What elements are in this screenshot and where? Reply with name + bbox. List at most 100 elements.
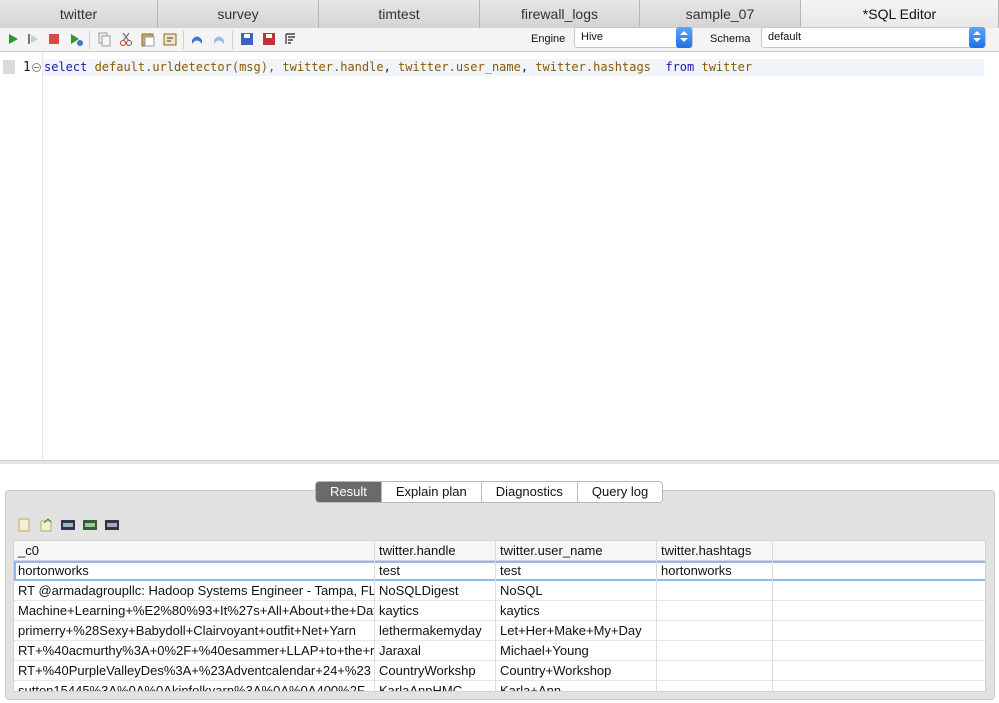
table-row[interactable]: Machine+Learning+%E2%80%93+It%27s+All+Ab… <box>14 601 985 621</box>
toolbar-separator <box>89 31 90 49</box>
table-cell <box>657 641 773 661</box>
line-number: 1 <box>23 60 31 75</box>
table-cell: RT+%40PurpleValleyDes%3A+%23Adventcalend… <box>14 661 375 681</box>
save-as-icon[interactable] <box>261 31 277 47</box>
table-row[interactable]: primerry+%28Sexy+Babydoll+Clairvoyant+ou… <box>14 621 985 641</box>
keyword-from: from <box>650 60 702 74</box>
table-row[interactable]: RT+%40acmurthy%3A+0%2F+%40esammer+LLAP+t… <box>14 641 985 661</box>
table-cell: Michael+Young <box>496 641 657 661</box>
table-cell <box>657 581 773 601</box>
table-cell <box>657 681 773 691</box>
table-cell: kaytics <box>375 601 496 621</box>
breakpoint-marker[interactable] <box>3 60 15 74</box>
toolbar-separator <box>232 31 233 49</box>
table-cell: NoSQLDigest <box>375 581 496 601</box>
table-cell: RT+%40acmurthy%3A+0%2F+%40esammer+LLAP+t… <box>14 641 375 661</box>
table-cell: lethermakemyday <box>375 621 496 641</box>
table-cell: Jaraxal <box>375 641 496 661</box>
table-cell: hortonworks <box>657 561 773 581</box>
sql-template-icon[interactable] <box>283 31 299 47</box>
table-row[interactable]: RT @armadagroupllc: Hadoop Systems Engin… <box>14 581 985 601</box>
fold-icon[interactable] <box>32 63 41 72</box>
table-row[interactable]: hortonworks test test hortonworks <box>14 561 985 581</box>
engine-select[interactable]: Hive <box>574 27 693 48</box>
explain-run-icon[interactable] <box>68 31 84 47</box>
chevron-updown-icon <box>676 27 692 48</box>
result-tabs: Result Explain plan Diagnostics Query lo… <box>315 481 664 503</box>
editor-tab-bar: twitter survey timtest firewall_logs sam… <box>0 0 999 28</box>
redo-icon[interactable] <box>211 31 227 47</box>
undo-icon[interactable] <box>189 31 205 47</box>
export-excel-icon[interactable] <box>82 517 98 533</box>
code-function: default.urldetector(msg), <box>94 60 283 74</box>
table-cell: Let+Her+Make+My+Day <box>496 621 657 641</box>
stop-icon[interactable] <box>46 31 62 47</box>
tab-query-log[interactable]: Query log <box>577 482 663 502</box>
code-column: twitter.hashtags <box>535 60 651 74</box>
table-cell: CountryWorkshp <box>375 661 496 681</box>
tab-survey[interactable]: survey <box>158 0 319 28</box>
toolbar-separator <box>183 31 184 49</box>
table-cell: kaytics <box>496 601 657 621</box>
column-header[interactable]: twitter.hashtags <box>657 541 773 561</box>
column-header[interactable]: _c0 <box>14 541 375 561</box>
sql-editor[interactable]: 1 select default.urldetector(msg), twitt… <box>0 52 999 460</box>
tab-diagnostics[interactable]: Diagnostics <box>481 482 578 502</box>
tab-timtest[interactable]: timtest <box>319 0 480 28</box>
engine-label: Engine <box>531 33 566 45</box>
tab-sample-07[interactable]: sample_07 <box>640 0 801 28</box>
export-sql-icon[interactable] <box>104 517 120 533</box>
run-step-icon[interactable] <box>25 31 41 47</box>
tab-firewall-logs[interactable]: firewall_logs <box>480 0 640 28</box>
code-column: twitter.user_name <box>398 60 521 74</box>
new-doc-icon[interactable] <box>16 517 32 533</box>
table-cell: RT @armadagroupllc: Hadoop Systems Engin… <box>14 581 375 601</box>
tab-result[interactable]: Result <box>316 482 382 502</box>
format-icon[interactable] <box>162 31 178 47</box>
schema-label: Schema <box>710 33 751 45</box>
export-csv-icon[interactable] <box>60 517 76 533</box>
keyword-select: select <box>44 60 95 74</box>
results-toolbar <box>10 514 986 536</box>
code-punct: , <box>520 60 536 74</box>
table-cell <box>657 661 773 681</box>
code-punct: , <box>383 60 399 74</box>
grid-header: _c0 twitter.handle twitter.user_name twi… <box>14 541 985 561</box>
table-cell: sutton15445%3A%0A%0Akinfolkyarn%3A%0A%0A… <box>14 681 375 691</box>
export-icon[interactable] <box>38 517 54 533</box>
table-cell: hortonworks <box>14 561 375 581</box>
table-cell: primerry+%28Sexy+Babydoll+Clairvoyant+ou… <box>14 621 375 641</box>
run-icon[interactable] <box>5 31 21 47</box>
table-cell: KarlaAnnHMC <box>375 681 496 691</box>
column-header[interactable]: twitter.user_name <box>496 541 657 561</box>
code-column: twitter.handle <box>282 60 384 74</box>
column-header[interactable]: twitter.handle <box>375 541 496 561</box>
table-cell: test <box>496 561 657 581</box>
table-row[interactable]: sutton15445%3A%0A%0Akinfolkyarn%3A%0A%0A… <box>14 681 985 691</box>
table-cell: Karla+Ann <box>496 681 657 691</box>
engine-value: Hive <box>581 31 604 43</box>
code-table: twitter <box>701 60 753 74</box>
save-icon[interactable] <box>239 31 255 47</box>
paste-icon[interactable] <box>140 31 156 47</box>
tab-explain-plan[interactable]: Explain plan <box>381 482 482 502</box>
line-gutter: 1 <box>0 52 43 460</box>
result-grid: _c0 twitter.handle twitter.user_name twi… <box>13 540 986 692</box>
splitter[interactable] <box>0 460 999 464</box>
table-cell: test <box>375 561 496 581</box>
table-cell: Country+Workshop <box>496 661 657 681</box>
tab-sql-editor[interactable]: *SQL Editor <box>801 0 999 28</box>
chevron-updown-icon <box>969 27 985 48</box>
code-line[interactable]: select default.urldetector(msg), twitter… <box>44 60 752 74</box>
tab-twitter[interactable]: twitter <box>0 0 158 28</box>
cut-icon[interactable] <box>118 31 134 47</box>
copy-icon[interactable] <box>96 31 112 47</box>
schema-value: default <box>768 31 802 43</box>
table-cell: NoSQL <box>496 581 657 601</box>
table-cell <box>657 601 773 621</box>
table-row[interactable]: RT+%40PurpleValleyDes%3A+%23Adventcalend… <box>14 661 985 681</box>
table-cell <box>657 621 773 641</box>
editor-toolbar: Engine Hive Schema default <box>0 27 999 52</box>
schema-select[interactable]: default <box>761 27 986 48</box>
table-cell: Machine+Learning+%E2%80%93+It%27s+All+Ab… <box>14 601 375 621</box>
